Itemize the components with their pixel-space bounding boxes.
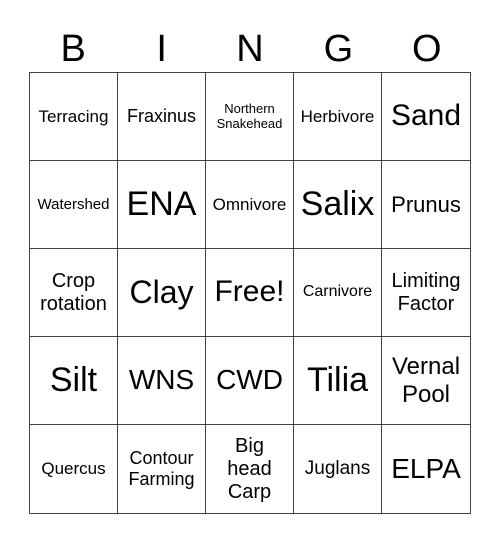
bingo-cell[interactable]: Salix [294, 161, 382, 249]
bingo-cell[interactable]: Vernal Pool [382, 337, 470, 425]
header-letter-n: N [236, 28, 264, 70]
bingo-cell[interactable]: Contour Farming [118, 425, 206, 513]
bingo-cell[interactable]: Clay [118, 249, 206, 337]
bingo-cell[interactable]: Carnivore [294, 249, 382, 337]
bingo-cell[interactable]: Sand [382, 73, 470, 161]
bingo-cell[interactable]: Terracing [30, 73, 118, 161]
bingo-cell[interactable]: Limiting Factor [382, 249, 470, 337]
bingo-cell[interactable]: Omnivore [206, 161, 294, 249]
bingo-cell[interactable]: Juglans [294, 425, 382, 513]
header-letter-b: B [60, 28, 86, 70]
bingo-cell[interactable]: WNS [118, 337, 206, 425]
header-letter-i: I [156, 28, 167, 70]
bingo-cell[interactable]: ELPA [382, 425, 470, 513]
bingo-cell[interactable]: Crop rotation [30, 249, 118, 337]
bingo-cell[interactable]: Watershed [30, 161, 118, 249]
bingo-header: B I N G O [29, 26, 471, 72]
header-letter-g: G [323, 28, 354, 70]
bingo-cell[interactable]: ENA [118, 161, 206, 249]
bingo-cell[interactable]: Fraxinus [118, 73, 206, 161]
bingo-cell[interactable]: Prunus [382, 161, 470, 249]
bingo-cell[interactable]: Big head Carp [206, 425, 294, 513]
bingo-cell[interactable]: Herbivore [294, 73, 382, 161]
bingo-cell[interactable]: Quercus [30, 425, 118, 513]
bingo-cell[interactable]: Northern Snakehead [206, 73, 294, 161]
bingo-cell[interactable]: CWD [206, 337, 294, 425]
bingo-cell[interactable]: Free! [206, 249, 294, 337]
bingo-cell[interactable]: Tilia [294, 337, 382, 425]
header-letter-o: O [412, 28, 442, 70]
bingo-cell[interactable]: Silt [30, 337, 118, 425]
bingo-grid: Terracing Fraxinus Northern Snakehead Herbi… [29, 72, 471, 514]
